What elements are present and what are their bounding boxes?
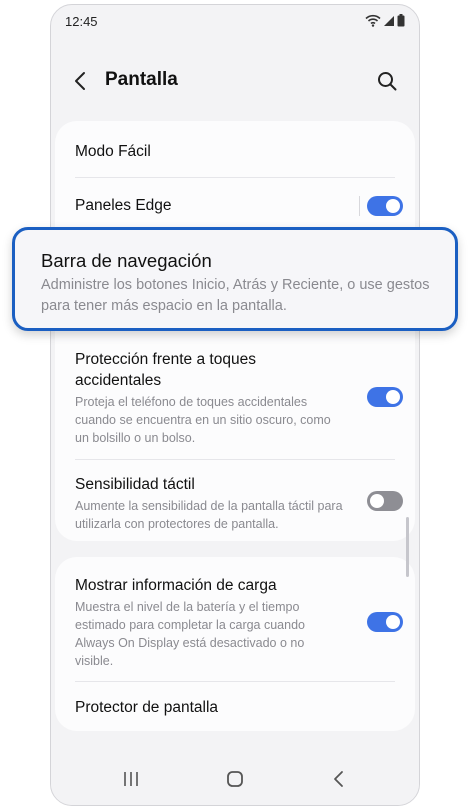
back-arrow-icon[interactable] [69, 69, 93, 93]
divider [75, 459, 395, 460]
accidental-touch-toggle[interactable] [367, 387, 403, 407]
divider [75, 681, 395, 682]
accidental-touch-item[interactable]: Protección frente a toques accidentales … [75, 349, 343, 447]
app-bar: Pantalla [51, 57, 419, 105]
back-icon[interactable] [327, 767, 351, 791]
touch-sensitivity-subtitle: Aumente la sensibilidad de la pantalla t… [75, 499, 343, 531]
toggle-separator [359, 196, 360, 216]
home-icon[interactable] [223, 767, 247, 791]
signal-icon [384, 15, 394, 26]
status-bar: 12:45 [51, 5, 419, 35]
scrollbar-thumb[interactable] [406, 517, 409, 577]
navigation-bar-subtitle: Administre los botones Inicio, Atrás y R… [41, 277, 430, 314]
navigation-bar-item-highlight[interactable]: Barra de navegación Administre los boton… [12, 227, 458, 331]
touch-sensitivity-title: Sensibilidad táctil [75, 476, 195, 493]
search-icon[interactable] [375, 69, 399, 93]
settings-card-display: Modo Fácil Paneles Edge Protección frent… [55, 121, 415, 541]
easy-mode-title: Modo Fácil [75, 143, 151, 160]
divider [75, 177, 395, 178]
system-nav-bar [51, 751, 419, 805]
screen-saver-item[interactable]: Protector de pantalla [75, 697, 395, 718]
battery-icon [397, 14, 405, 27]
charging-info-toggle[interactable] [367, 612, 403, 632]
edge-panels-item[interactable]: Paneles Edge [75, 195, 325, 216]
edge-panels-title: Paneles Edge [75, 197, 172, 214]
touch-sensitivity-item[interactable]: Sensibilidad táctil Aumente la sensibili… [75, 474, 343, 533]
edge-panels-toggle[interactable] [367, 196, 403, 216]
charging-info-title: Mostrar información de carga [75, 577, 277, 594]
recents-icon[interactable] [119, 767, 143, 791]
phone-screen: 12:45 Pantalla Modo Fácil Paneles Edge P… [50, 4, 420, 806]
status-time: 12:45 [65, 14, 98, 29]
page-title: Pantalla [105, 69, 178, 90]
accidental-touch-title: Protección frente a toques accidentales [75, 351, 256, 389]
touch-sensitivity-toggle[interactable] [367, 491, 403, 511]
wifi-icon [365, 14, 381, 27]
navigation-bar-title: Barra de navegación [41, 250, 212, 271]
charging-info-subtitle: Muestra el nivel de la batería y el tiem… [75, 600, 305, 668]
charging-info-item[interactable]: Mostrar información de carga Muestra el … [75, 575, 343, 670]
easy-mode-item[interactable]: Modo Fácil [75, 141, 395, 162]
settings-card-charging: Mostrar información de carga Muestra el … [55, 557, 415, 731]
screen-saver-title: Protector de pantalla [75, 699, 219, 716]
accidental-touch-subtitle: Proteja el teléfono de toques accidental… [75, 395, 331, 445]
status-icons [365, 14, 405, 27]
